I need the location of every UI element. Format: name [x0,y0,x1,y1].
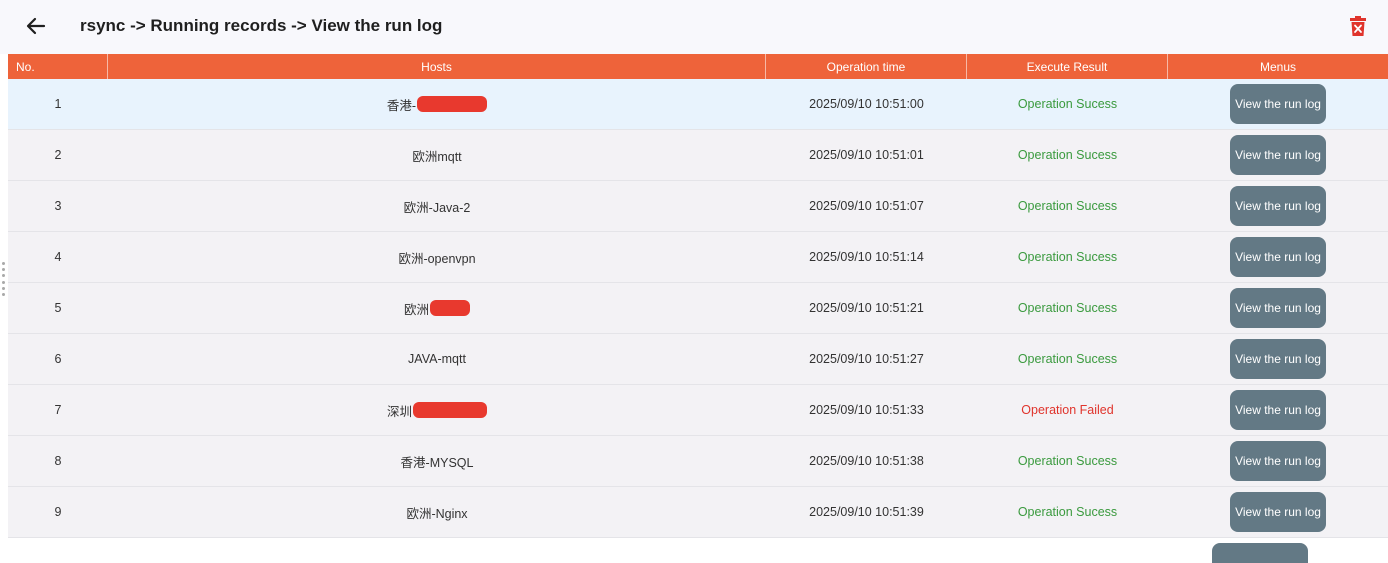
column-header-no: No. [8,54,108,79]
execute-result: Operation Sucess [1017,250,1118,264]
view-run-log-button[interactable]: View the run log [1230,237,1326,277]
arrow-left-icon [26,17,46,35]
column-header-hosts: Hosts [108,54,766,79]
operation-time: 2025/09/10 10:51:33 [809,403,924,417]
host-cell: JAVA-mqtt [108,334,766,384]
host-name: 欧洲mqtt [412,149,462,164]
page-title: rsync -> Running records -> View the run… [80,16,443,35]
column-header-operation-time: Operation time [766,54,967,79]
table-body: 1 香港- 2025/09/10 10:51:00 Operation Sucess V… [8,79,1388,538]
operation-time: 2025/09/10 10:51:38 [809,454,924,468]
view-run-log-button[interactable]: View the run log [1230,186,1326,226]
operation-time: 2025/09/10 10:51:14 [809,250,924,264]
host-name: 香港- [386,98,417,113]
table-row[interactable]: 7 深圳 2025/09/10 10:51:33 Operation Failed Vi… [8,385,1388,436]
operation-time: 2025/09/10 10:51:07 [809,199,924,213]
view-run-log-button[interactable]: View the run log [1230,492,1326,532]
execute-result: Operation Sucess [1017,454,1118,468]
view-run-log-button[interactable]: View the run log [1230,339,1326,379]
table-row[interactable]: 2 欧洲mqtt 2025/09/10 10:51:01 Operation Suce… [8,130,1388,181]
host-cell: 欧洲-Nginx [108,487,766,537]
operation-time: 2025/09/10 10:51:21 [809,301,924,315]
table-row[interactable]: 8 香港-MYSQL 2025/09/10 10:51:38 Operation Su… [8,436,1388,487]
redaction-mark [417,96,488,112]
menus-cell: View the run log [1168,232,1388,282]
menus-cell: View the run log [1168,79,1388,129]
table-row[interactable]: 9 欧洲-Nginx 2025/09/10 10:51:39 Operation Su… [8,487,1388,538]
host-name: 香港-MYSQL [400,455,474,470]
menus-cell: View the run log [1168,181,1388,231]
table-header: No. Hosts Operation time Execute Result … [8,54,1388,79]
host-name: JAVA-mqtt [408,352,466,366]
table-row[interactable]: 6 JAVA-mqtt 2025/09/10 10:51:27 Operation S… [8,334,1388,385]
host-cell: 香港-MYSQL [108,436,766,486]
table-row[interactable]: 5 欧洲 2025/09/10 10:51:21 Operation Sucess Vi… [8,283,1388,334]
resize-handle[interactable] [2,262,6,296]
menus-cell: View the run log [1168,487,1388,537]
run-log-table: No. Hosts Operation time Execute Result … [8,54,1388,538]
execute-result: Operation Sucess [1017,148,1118,162]
operation-time: 2025/09/10 10:51:27 [809,352,924,366]
execute-result: Operation Failed [1021,403,1114,417]
trash-delete-icon [1350,16,1366,36]
host-cell: 香港- [108,79,766,129]
row-number: 7 [54,403,62,417]
partially-visible-run-log-button[interactable] [1212,543,1308,563]
operation-time: 2025/09/10 10:51:01 [809,148,924,162]
row-number: 6 [54,352,62,366]
host-name: 欧洲-openvpn [398,251,476,266]
back-button[interactable] [22,12,50,40]
menus-cell: View the run log [1168,283,1388,333]
column-header-menus: Menus [1259,59,1297,74]
host-cell: 欧洲mqtt [108,130,766,180]
host-name: 欧洲-Java-2 [403,200,471,215]
redaction-mark [413,402,487,418]
top-bar: rsync -> Running records -> View the run… [0,0,1388,54]
host-cell: 欧洲-openvpn [108,232,766,282]
menus-cell: View the run log [1168,385,1388,435]
host-name: 深圳 [386,404,412,419]
host-cell: 欧洲-Java-2 [108,181,766,231]
execute-result: Operation Sucess [1017,505,1118,519]
table-row[interactable]: 1 香港- 2025/09/10 10:51:00 Operation Sucess V… [8,79,1388,130]
table-row[interactable]: 4 欧洲-openvpn 2025/09/10 10:51:14 Operation … [8,232,1388,283]
menus-cell: View the run log [1168,130,1388,180]
operation-time: 2025/09/10 10:51:39 [809,505,924,519]
host-name: 欧洲 [403,302,429,317]
row-number: 1 [54,97,62,111]
host-cell: 欧洲 [108,283,766,333]
column-header-execute-result: Execute Result [967,54,1168,79]
operation-time: 2025/09/10 10:51:00 [809,97,924,111]
row-number: 4 [54,250,62,264]
view-run-log-button[interactable]: View the run log [1230,84,1326,124]
execute-result: Operation Sucess [1017,97,1118,111]
host-name: 欧洲-Nginx [406,506,468,521]
view-run-log-button[interactable]: View the run log [1230,441,1326,481]
redaction-mark [430,300,470,316]
delete-button[interactable] [1346,14,1370,38]
execute-result: Operation Sucess [1017,301,1118,315]
host-cell: 深圳 [108,385,766,435]
view-run-log-button[interactable]: View the run log [1230,135,1326,175]
execute-result: Operation Sucess [1017,352,1118,366]
row-number: 9 [54,505,62,519]
row-number: 3 [54,199,62,213]
table-row[interactable]: 3 欧洲-Java-2 2025/09/10 10:51:07 Operation S… [8,181,1388,232]
row-number: 2 [54,148,62,162]
view-run-log-button[interactable]: View the run log [1230,390,1326,430]
row-number: 5 [54,301,62,315]
execute-result: Operation Sucess [1017,199,1118,213]
row-number: 8 [54,454,62,468]
menus-cell: View the run log [1168,334,1388,384]
view-run-log-button[interactable]: View the run log [1230,288,1326,328]
menus-cell: View the run log [1168,436,1388,486]
